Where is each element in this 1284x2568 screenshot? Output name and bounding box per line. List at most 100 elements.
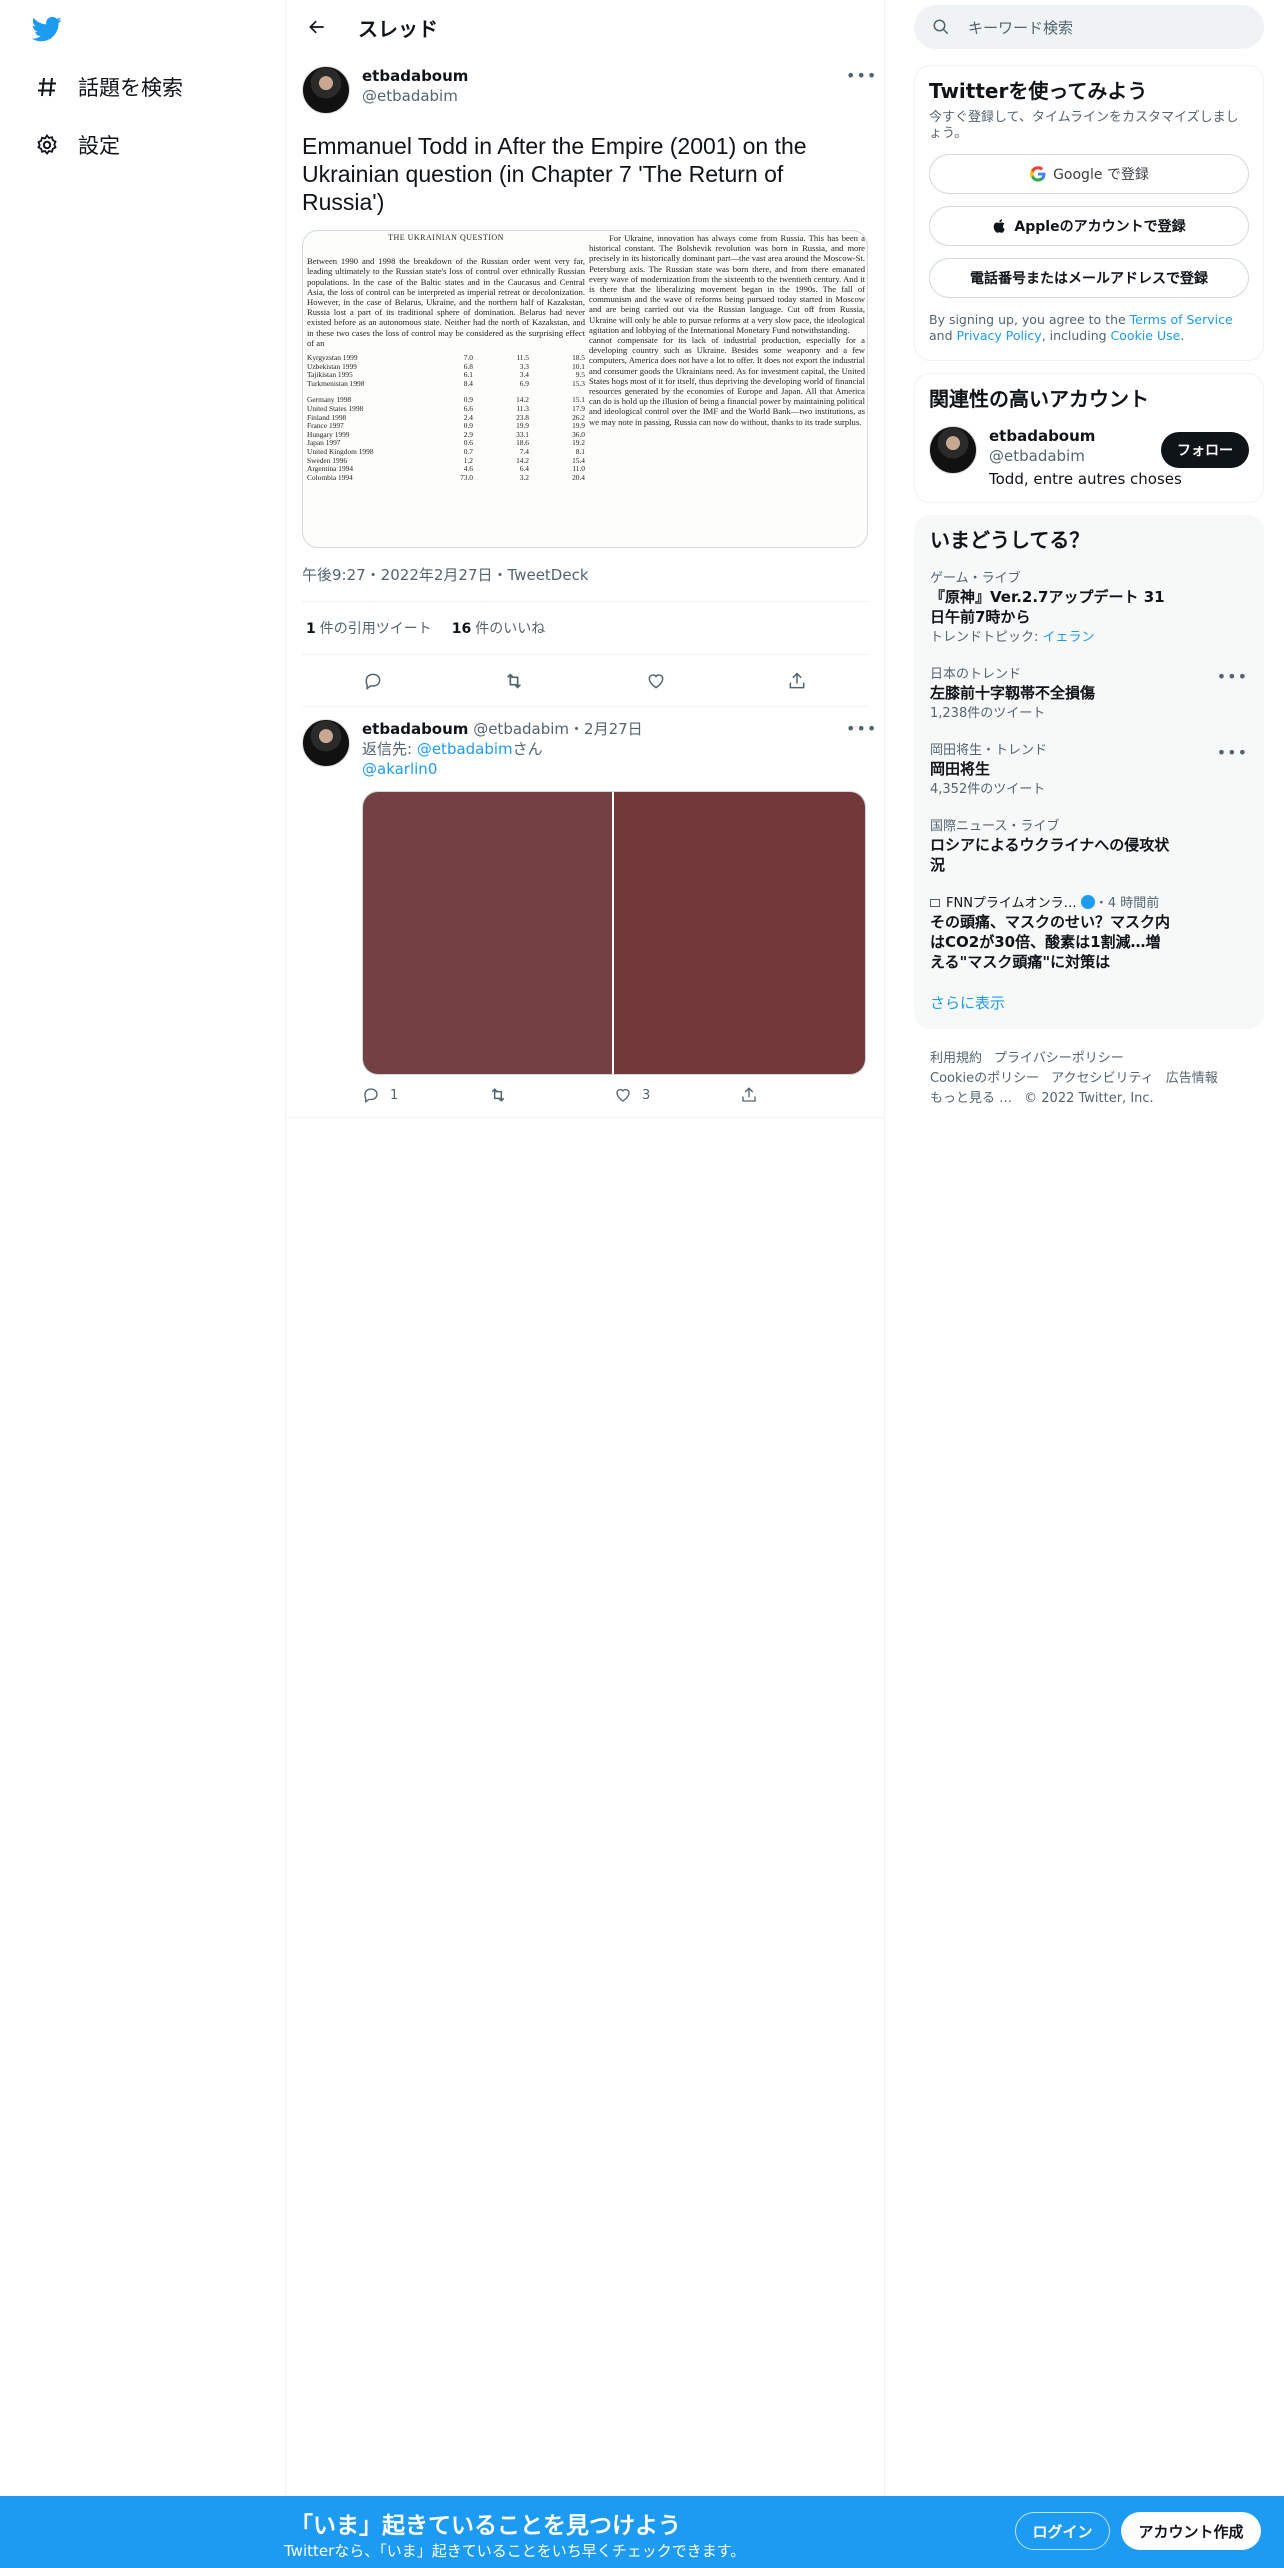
phone-email-signup-button[interactable]: 電話番号またはメールアドレスで登録: [929, 258, 1249, 298]
author-handle[interactable]: @etbadabim: [362, 86, 468, 106]
reply-tweet[interactable]: etbadaboum @etbadabim・2月27日 返信先: @etbada…: [286, 707, 884, 1118]
legal-text-1: By signing up, you agree to the: [929, 312, 1130, 327]
trend-topic: 『原神』Ver.2.7アップデート 31日午前7時から: [930, 588, 1165, 626]
trend-source: FNNプライムオンラ…: [946, 896, 1077, 911]
news-source-icon: [930, 899, 940, 907]
main-tweet: etbadaboum @etbadabim ••• Emmanuel Todd …: [286, 54, 884, 707]
doc-left-column: THE UKRAINIAN QUESTION Between 1990 and …: [307, 233, 585, 482]
legal-text-4: .: [1180, 328, 1185, 343]
legal-text-2: and: [929, 328, 957, 343]
avatar[interactable]: [302, 66, 350, 114]
reply-to-link[interactable]: @etbadabim: [417, 740, 513, 758]
trend-item[interactable]: FNNプライムオンラ… ・4 時間前 その頭痛、マスクのせい？マスク内はCO2が…: [914, 885, 1264, 982]
footer-link[interactable]: プライバシーポリシー: [994, 1051, 1124, 1066]
reply-retweet-button[interactable]: [488, 1085, 614, 1105]
bottom-bar-title: 「いま」起きていることを見つけよう: [290, 2513, 681, 2539]
login-button[interactable]: ログイン: [1015, 2512, 1110, 2550]
search-input[interactable]: キーワード検索: [914, 5, 1264, 49]
privacy-link[interactable]: Privacy Policy: [957, 328, 1042, 343]
tweet-image[interactable]: THE UKRAINIAN QUESTION Between 1990 and …: [302, 230, 868, 548]
trend-item[interactable]: 国際ニュース・ライブ ロシアによるウクライナへの侵攻状況: [914, 809, 1264, 885]
nav-settings-label: 設定: [78, 134, 120, 158]
related-bio: Todd, entre autres choses: [989, 470, 1182, 488]
trend-item[interactable]: 日本のトレンド 左膝前十字靱帯不全損傷 1,238件のツイート •••: [914, 657, 1264, 733]
trend-count: 4,352件のツイート: [930, 782, 1046, 797]
share-icon[interactable]: [785, 669, 809, 693]
nav-settings[interactable]: 設定: [34, 125, 120, 165]
follow-button[interactable]: フォロー: [1161, 432, 1249, 468]
trend-topic: ロシアによるウクライナへの侵攻状況: [930, 836, 1170, 874]
right-sidebar: キーワード検索 Twitterを使ってみよう 今すぐ登録して、タイムラインをカス…: [914, 0, 1264, 1129]
doc-right-column: For Ukraine, innovation has always come …: [589, 233, 865, 427]
like-icon[interactable]: [644, 669, 668, 693]
reply-to-suffix: さん: [512, 740, 543, 758]
footer-link[interactable]: Cookieのポリシー: [930, 1071, 1039, 1086]
copyright: © 2022 Twitter, Inc.: [1024, 1091, 1154, 1106]
trend-time: ・4 時間前: [1094, 896, 1160, 911]
meta-separator: ・: [492, 566, 508, 584]
mention-link[interactable]: @akarlin0: [362, 760, 437, 778]
reply-date[interactable]: ・2月27日: [569, 720, 643, 738]
back-arrow-icon[interactable]: [302, 12, 332, 42]
trend-context: 日本のトレンド: [930, 667, 1022, 682]
tweet-actions: [302, 655, 868, 707]
hashtag-icon: [34, 74, 60, 100]
tweet-timestamp[interactable]: 午後9:27・2022年2月27日: [302, 566, 493, 584]
more-options-icon[interactable]: •••: [846, 66, 876, 88]
twitter-logo-icon[interactable]: [30, 14, 64, 44]
author-name[interactable]: etbadaboum: [362, 66, 468, 86]
trend-count: 1,238件のツイート: [930, 706, 1046, 721]
trend-context: 国際ニュース・ライブ: [930, 819, 1060, 834]
reply-author-name[interactable]: etbadaboum: [362, 720, 468, 738]
related-name[interactable]: etbadaboum: [989, 426, 1182, 446]
trend-topic: その頭痛、マスクのせい？マスク内はCO2が30倍、酸素は1割減…増える"マスク頭…: [930, 913, 1171, 971]
quote-tweets-stat[interactable]: 1 件の引用ツイート: [306, 618, 432, 638]
doc-right-paragraph-2: cannot compensate for its lack of indust…: [589, 335, 865, 427]
more-options-icon[interactable]: •••: [1217, 667, 1248, 686]
verified-icon: [1080, 895, 1095, 909]
trend-topic-link[interactable]: イェラン: [1043, 630, 1095, 645]
trend-item[interactable]: 岡田将生・トレンド 岡田将生 4,352件のツイート •••: [914, 733, 1264, 809]
reply-author-handle[interactable]: @etbadabim: [473, 720, 569, 738]
reply-reply-button[interactable]: 1: [362, 1085, 488, 1105]
media-image-1[interactable]: [363, 792, 614, 1074]
doc-right-paragraph-1: For Ukraine, innovation has always come …: [589, 233, 865, 335]
terms-link[interactable]: Terms of Service: [1130, 312, 1233, 327]
reply-icon[interactable]: [361, 669, 385, 693]
likes-stat[interactable]: 16 件のいいね: [452, 618, 545, 638]
table-row: Turkmenistan 1998 8.4 6.9 15.3: [307, 379, 585, 389]
footer-link[interactable]: アクセシビリティ: [1051, 1071, 1154, 1086]
apple-signup-button[interactable]: Appleのアカウントで登録: [929, 206, 1249, 246]
doc-table: Kyrgyzstan 1999 7.0 11.5 18.5 Uzbekistan 199…: [307, 353, 585, 482]
quote-label: 件の引用ツイート: [319, 621, 432, 637]
more-options-icon[interactable]: •••: [846, 719, 876, 741]
related-account[interactable]: etbadaboum @etbadabim Todd, entre autres…: [929, 426, 1249, 488]
google-icon: [1029, 165, 1047, 183]
table-row: Finland 1998 2.4 23.8 26.2: [307, 413, 585, 423]
footer-link[interactable]: 利用規約: [930, 1051, 982, 1066]
more-options-icon[interactable]: •••: [1217, 743, 1248, 762]
trend-item[interactable]: ゲーム・ライブ 『原神』Ver.2.7アップデート 31日午前7時から トレンド…: [914, 561, 1264, 657]
google-signup-button[interactable]: Google で登録: [929, 154, 1249, 194]
page-title: スレッド: [358, 16, 438, 41]
retweet-icon[interactable]: [502, 669, 526, 693]
apple-signup-label: Appleのアカウントで登録: [1014, 219, 1186, 235]
footer-link[interactable]: もっと見る …: [930, 1091, 1012, 1106]
footer-link[interactable]: 広告情報: [1166, 1071, 1218, 1086]
media-image-2[interactable]: [614, 792, 865, 1074]
show-more-link[interactable]: さらに表示: [914, 982, 1264, 1015]
reply-share-button[interactable]: [740, 1085, 866, 1105]
signup-button[interactable]: アカウント作成: [1121, 2512, 1261, 2550]
nav-explore[interactable]: 話題を検索: [34, 67, 183, 107]
reply-like-button[interactable]: 3: [614, 1085, 740, 1105]
cookie-link[interactable]: Cookie Use: [1111, 328, 1181, 343]
trend-count: トレンドトピック: イェラン: [930, 629, 1248, 647]
related-handle[interactable]: @etbadabim: [989, 446, 1182, 466]
avatar[interactable]: [302, 719, 350, 767]
tweet-stats: 1 件の引用ツイート 16 件のいいね: [302, 602, 868, 655]
retweet-icon: [491, 1088, 505, 1102]
avatar[interactable]: [929, 426, 977, 474]
tweet-client[interactable]: TweetDeck: [508, 566, 589, 584]
table-cell-value: 3.2: [519, 472, 529, 482]
tweet-author: etbadaboum @etbadabim •••: [302, 66, 876, 114]
